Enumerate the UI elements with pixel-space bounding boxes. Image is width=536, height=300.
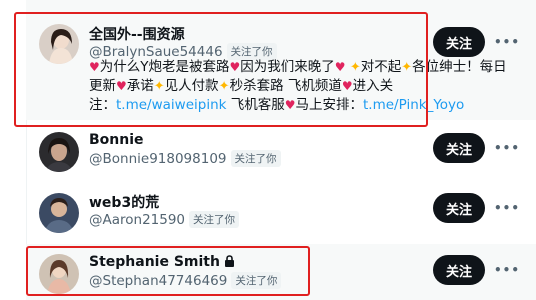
follows-you-badge: 关注了你: [230, 150, 281, 167]
handle-line: @Stephan47746469 关注了你: [89, 272, 282, 289]
avatar[interactable]: [39, 24, 79, 64]
follow-button[interactable]: 关注: [433, 193, 485, 223]
bio-link[interactable]: t.me/waiweipink: [116, 97, 226, 113]
avatar-image: [39, 193, 79, 233]
display-name[interactable]: 全国外--围资源: [89, 24, 185, 44]
sparkle-emoji-icon: ✦: [349, 60, 361, 75]
bio-link[interactable]: t.me/Pink_Yoyo: [363, 97, 464, 113]
user-handle[interactable]: @Stephan47746469: [89, 273, 227, 289]
user-cell-2[interactable]: Bonnie @Bonnie918098109 关注了你 关注 •••: [26, 124, 536, 180]
bio-line-3: 注：t.me/waiweipink 飞机客服♥马上安排：t.me/Pink_Yo…: [89, 97, 465, 113]
follow-button[interactable]: 关注: [433, 27, 485, 57]
bio-line-2: 更新♥承诺✦见人付款✦秒杀套路 飞机频道♥进入关: [89, 78, 394, 94]
display-name[interactable]: Bonnie: [89, 132, 144, 148]
follow-button[interactable]: 关注: [433, 133, 485, 163]
more-dots-icon[interactable]: •••: [494, 200, 519, 216]
avatar-image: [39, 132, 79, 172]
more-dots-icon[interactable]: •••: [494, 262, 519, 278]
display-name[interactable]: web3的荒: [89, 192, 159, 212]
user-handle[interactable]: @Bonnie918098109: [89, 151, 227, 167]
handle-line: @Bonnie918098109 关注了你: [89, 150, 281, 167]
bio-line-1: ♥为什么Y炮老是被套路♥因为我们来晚了♥ ✦对不起✦各位绅士！每日: [89, 59, 507, 75]
user-handle[interactable]: @Aaron21590: [89, 212, 185, 228]
avatar[interactable]: [39, 254, 79, 294]
display-name-row: Stephanie Smith: [89, 254, 235, 270]
user-cell-1[interactable]: 全国外--围资源 @BralynSaue54446 关注了你 关注 ••• ♥为…: [26, 0, 536, 120]
user-bio: ♥为什么Y炮老是被套路♥因为我们来晚了♥ ✦对不起✦各位绅士！每日 更新♥承诺✦…: [89, 58, 529, 115]
heart-emoji-icon: ♥: [116, 79, 127, 93]
heart-emoji-icon: ♥: [89, 60, 100, 74]
follow-button[interactable]: 关注: [433, 255, 485, 285]
heart-emoji-icon: ♥: [284, 98, 296, 112]
lock-icon: [224, 255, 234, 267]
sparkle-emoji-icon: ✦: [153, 79, 165, 94]
heart-emoji-icon: ♥: [229, 60, 241, 74]
sparkle-emoji-icon: ✦: [401, 60, 413, 75]
avatar-image: [39, 24, 79, 64]
follows-you-badge: 关注了你: [231, 272, 282, 289]
avatar[interactable]: [39, 193, 79, 233]
display-name[interactable]: Stephanie Smith: [89, 254, 220, 270]
follows-you-badge: 关注了你: [189, 211, 240, 228]
user-cell-3[interactable]: web3的荒 @Aaron21590 关注了你 关注 •••: [26, 186, 536, 242]
heart-emoji-icon: ♥: [334, 60, 346, 74]
more-dots-icon[interactable]: •••: [494, 34, 519, 50]
avatar-image: [39, 254, 79, 294]
avatar[interactable]: [39, 132, 79, 172]
heart-emoji-icon: ♥: [341, 79, 353, 93]
user-cell-4[interactable]: Stephanie Smith @Stephan47746469 关注了你 关注…: [26, 244, 536, 300]
more-dots-icon[interactable]: •••: [494, 140, 519, 156]
handle-line: @Aaron21590 关注了你: [89, 211, 240, 228]
sparkle-emoji-icon: ✦: [218, 79, 230, 94]
